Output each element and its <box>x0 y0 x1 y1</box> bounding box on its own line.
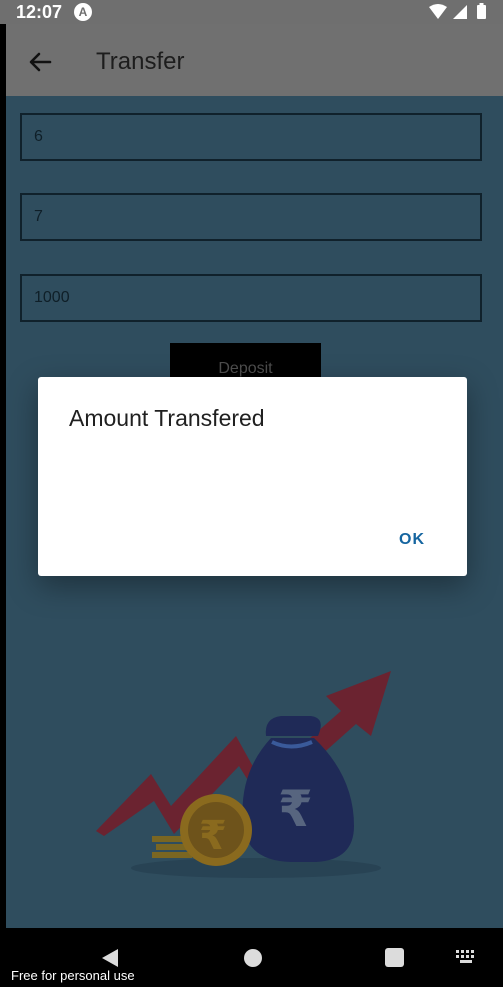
svg-text:₹: ₹ <box>278 780 313 838</box>
ok-button[interactable]: OK <box>399 531 425 549</box>
status-bar: 12:07 A <box>0 0 503 24</box>
watermark-text: Free for personal use <box>11 968 135 983</box>
to-account-field[interactable]: 7 <box>20 193 482 241</box>
back-triangle-icon[interactable] <box>100 948 120 968</box>
home-circle-icon[interactable] <box>244 949 262 967</box>
battery-icon <box>477 5 486 19</box>
app-screen: 12:07 A Transfer 6 7 1000 Deposit ₹ ₹ Fr… <box>0 0 503 987</box>
to-account-value: 7 <box>34 208 43 225</box>
from-account-value: 6 <box>34 128 43 145</box>
alert-dialog: Amount Transfered OK <box>38 377 467 576</box>
navigation-bar: Free for personal use <box>0 928 503 987</box>
status-time: 12:07 <box>16 2 63 22</box>
amount-value: 1000 <box>34 289 70 306</box>
wifi-icon <box>429 3 486 19</box>
recents-square-icon[interactable] <box>385 948 404 967</box>
svg-text:₹: ₹ <box>199 813 227 859</box>
dialog-title: Amount Transfered <box>69 405 265 431</box>
arrow-left-icon[interactable] <box>26 48 54 76</box>
app-bar: Transfer <box>6 24 503 96</box>
page-title: Transfer <box>96 48 185 75</box>
from-account-field[interactable]: 6 <box>20 113 482 161</box>
signal-icon <box>453 5 467 19</box>
amount-field[interactable]: 1000 <box>20 274 482 322</box>
app-notification-icon: A <box>74 3 92 21</box>
keyboard-icon[interactable] <box>456 950 478 964</box>
money-growth-illustration: ₹ ₹ <box>96 671 391 878</box>
status-icons <box>429 3 493 21</box>
